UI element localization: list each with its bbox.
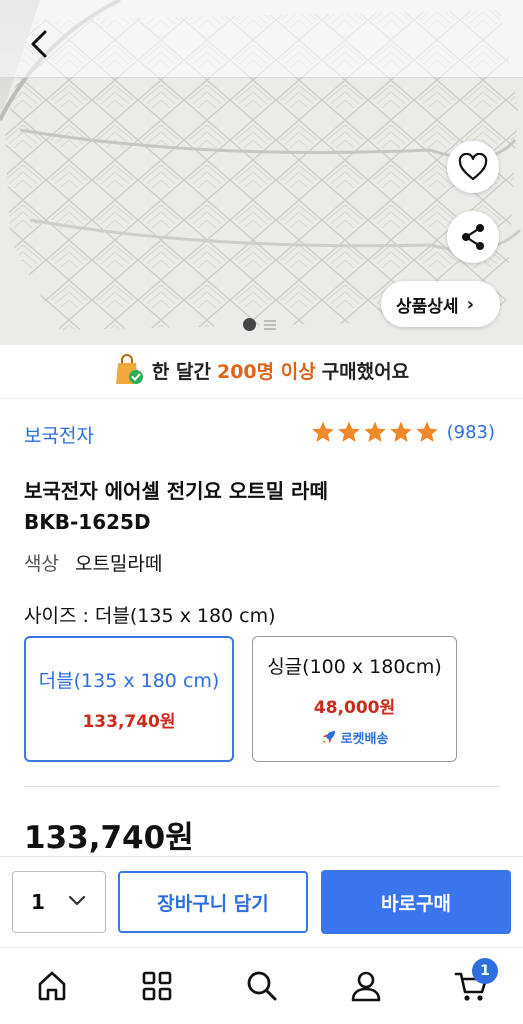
nav-my-account[interactable]	[346, 966, 386, 1006]
product-title: 보국전자 에어셀 전기요 오트밀 라떼 BKB-1625D	[24, 476, 494, 538]
star-icon	[337, 421, 360, 442]
chevron-down-icon	[68, 895, 86, 906]
bottom-nav: 1	[0, 947, 523, 1024]
color-value: 오트밀라떼	[74, 553, 163, 575]
quantity-select[interactable]: 1	[12, 871, 106, 933]
top-bar	[0, 0, 523, 78]
brand-link[interactable]: 보국전자	[24, 421, 94, 448]
color-label: 색상	[24, 553, 59, 575]
divider	[24, 786, 500, 787]
size-option-single[interactable]: 싱글(100 x 180cm) 48,000원 로켓배송	[252, 636, 457, 762]
purchase-prefix: 한 달간	[151, 360, 211, 383]
rating[interactable]: (983)	[311, 420, 495, 444]
pagination-dot-active[interactable]	[243, 318, 256, 331]
back-button[interactable]	[22, 26, 58, 62]
nav-home[interactable]	[32, 966, 72, 1006]
size-option-price: 133,740원	[82, 712, 176, 732]
cart-count-badge: 1	[472, 958, 498, 984]
nav-category[interactable]	[137, 966, 177, 1006]
user-icon	[351, 971, 381, 1002]
size-label: 사이즈 : 더블(135 x 180 cm)	[24, 605, 276, 627]
nav-cart[interactable]: 1	[452, 958, 498, 1006]
color-row: 색상 오트밀라떼	[24, 549, 162, 576]
product-title-line: 보국전자 에어셀 전기요 오트밀 라떼	[24, 479, 328, 503]
quantity-value: 1	[31, 890, 45, 914]
star-icon	[415, 421, 438, 442]
star-icon	[311, 421, 334, 442]
nav-search[interactable]	[242, 966, 282, 1006]
share-icon	[462, 224, 484, 250]
shopping-bag-check-icon	[115, 354, 143, 384]
search-icon	[247, 971, 277, 1001]
product-detail-button[interactable]: 상품상세 ›	[381, 281, 500, 327]
rocket-delivery-badge: 로켓배송	[321, 728, 389, 747]
rocket-delivery-label: 로켓배송	[340, 731, 389, 747]
share-button[interactable]	[447, 211, 499, 263]
purchase-bar: 1 장바구니 담기 바로구매	[0, 856, 523, 946]
buy-now-button[interactable]: 바로구매	[321, 870, 511, 934]
current-price: 133,740원	[24, 820, 194, 856]
category-grid-icon	[142, 971, 172, 1001]
pagination-more-icon[interactable]	[264, 319, 276, 330]
size-option-name: 싱글(100 x 180cm)	[267, 655, 442, 678]
image-pagination	[243, 318, 276, 331]
star-icon	[389, 421, 412, 442]
purchase-count-banner: 한 달간 200명 이상 구매했어요	[0, 350, 523, 390]
product-image[interactable]: 상품상세 ›	[0, 0, 523, 345]
star-icon	[363, 421, 386, 442]
size-option-double[interactable]: 더블(135 x 180 cm) 133,740원	[24, 636, 234, 762]
purchase-suffix: 구매했어요	[321, 360, 410, 383]
size-option-price: 48,000원	[313, 697, 396, 718]
rocket-icon	[321, 731, 335, 744]
heart-icon	[458, 153, 488, 181]
chevron-left-icon	[31, 30, 47, 58]
purchase-count-highlight: 200명 이상	[216, 360, 316, 383]
product-model-number: BKB-1625D	[24, 510, 151, 534]
size-option-name: 더블(135 x 180 cm)	[38, 670, 220, 692]
add-to-cart-button[interactable]: 장바구니 담기	[118, 871, 308, 933]
divider	[0, 398, 523, 399]
chevron-right-icon: ›	[466, 293, 474, 315]
home-icon	[38, 971, 66, 1001]
review-count[interactable]: (983)	[447, 422, 495, 443]
wishlist-button[interactable]	[447, 141, 499, 193]
product-detail-label: 상품상세	[396, 296, 459, 317]
